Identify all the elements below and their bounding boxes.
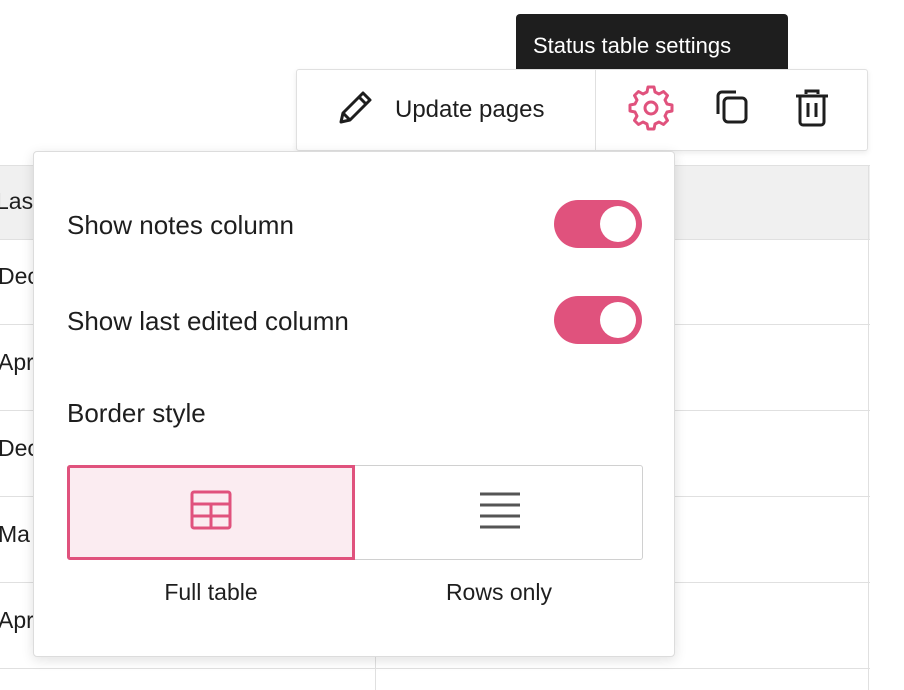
full-table-caption: Full table	[164, 579, 258, 605]
table-cell: Apr	[0, 607, 34, 633]
table-settings-button[interactable]	[627, 84, 675, 137]
duplicate-button[interactable]	[708, 86, 756, 134]
rows-lines-icon	[479, 490, 521, 535]
pencil-icon	[333, 86, 377, 135]
duplicate-icon	[710, 86, 754, 135]
header-cell-last-edited: Las	[0, 188, 34, 214]
table-settings-popover: Show notes column Show last edited colum…	[33, 151, 675, 657]
block-toolbar: Update pages	[296, 69, 868, 151]
update-pages-label: Update pages	[395, 96, 545, 123]
settings-tooltip: Status table settings	[516, 14, 788, 77]
gear-icon	[627, 84, 675, 137]
show-last-edited-label: Show last edited column	[67, 306, 349, 336]
table-cell: Ma	[0, 521, 30, 547]
show-notes-label: Show notes column	[67, 210, 294, 240]
border-style-label: Border style	[67, 398, 206, 428]
update-pages-button[interactable]: Update pages	[297, 70, 595, 150]
show-notes-toggle[interactable]	[554, 200, 642, 248]
toggle-knob	[600, 302, 636, 338]
table-cell: Apr	[0, 349, 34, 375]
table-grid-icon	[190, 490, 232, 535]
show-last-edited-toggle[interactable]	[554, 296, 642, 344]
border-style-selector	[67, 465, 643, 560]
delete-button[interactable]	[788, 86, 836, 134]
table-right-border	[868, 165, 869, 690]
toolbar-divider	[595, 70, 596, 150]
trash-icon	[790, 86, 834, 135]
toggle-knob	[600, 206, 636, 242]
rows-only-caption: Rows only	[445, 579, 553, 605]
rows-only-option[interactable]	[356, 466, 643, 559]
full-table-option[interactable]	[67, 465, 355, 560]
